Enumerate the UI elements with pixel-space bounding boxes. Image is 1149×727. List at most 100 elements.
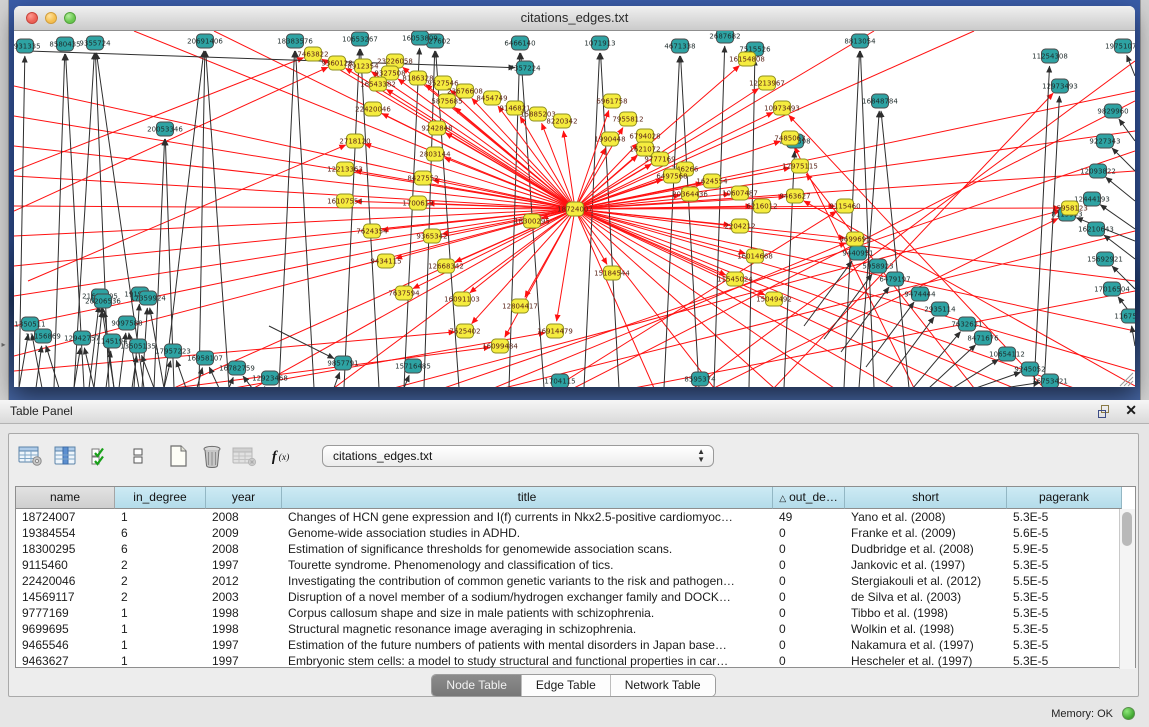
table-row[interactable]: 946554611997Estimation of the future num… [16,637,1135,653]
table-cell[interactable]: 9115460 [16,557,115,573]
float-panel-icon[interactable] [1097,404,1113,419]
table-cell[interactable]: 1997 [206,557,282,573]
table-cell[interactable]: 1 [115,605,206,621]
graph-node[interactable]: 12973493 [1042,79,1078,93]
table-cell[interactable]: Disruption of a novel member of a sodium… [282,589,773,605]
graph-node[interactable]: 16782759 [219,361,255,375]
graph-node[interactable]: 2935114 [924,302,956,316]
table-cell[interactable]: 0 [773,525,845,541]
table-cell[interactable]: Changes of HCN gene expression and I(f) … [282,509,773,525]
show-columns-icon[interactable] [51,443,78,470]
table-cell[interactable]: 2012 [206,573,282,589]
table-cell[interactable]: 5.5E-5 [1007,573,1122,589]
graph-node[interactable]: 2687682 [709,31,740,43]
table-cell[interactable]: Corpus callosum shape and size in male p… [282,605,773,621]
tab-edge-table[interactable]: Edge Table [522,675,611,696]
column-header-year[interactable]: year [206,487,282,509]
delete-table-icon[interactable] [198,443,225,470]
table-cell[interactable]: 49 [773,509,845,525]
table-cell[interactable]: 1997 [206,653,282,669]
graph-node[interactable]: 16914479 [537,324,573,338]
table-cell[interactable]: 1 [115,509,206,525]
table-row[interactable]: 1830029562008Estimation of significance … [16,541,1135,557]
column-header-title[interactable]: title [282,487,773,509]
graph-node[interactable]: 11254308 [1032,49,1068,63]
table-cell[interactable]: 0 [773,621,845,637]
table-cell[interactable]: 0 [773,637,845,653]
table-cell[interactable]: 22420046 [16,573,115,589]
table-settings-icon[interactable] [17,443,44,470]
table-cell[interactable]: Yano et al. (2008) [845,509,1007,525]
table-row[interactable]: 969969511998Structural magnetic resonanc… [16,621,1135,637]
graph-node[interactable]: 9829960 [1097,104,1128,118]
graph-node[interactable]: 12804417 [502,299,538,313]
row-height-icon[interactable] [124,443,151,470]
graph-node[interactable]: 16210643 [1078,222,1114,236]
table-cell[interactable]: 0 [773,589,845,605]
table-cell[interactable]: 1 [115,637,206,653]
collapse-left-pane-handle[interactable]: ▸ [0,338,7,352]
table-cell[interactable]: 5.3E-5 [1007,653,1122,669]
table-cell[interactable]: 2 [115,589,206,605]
graph-node[interactable]: 2204212 [724,219,755,233]
network-window-titlebar[interactable]: citations_edges.txt [14,6,1135,31]
graph-node[interactable]: 7625402 [449,324,480,338]
table-cell[interactable]: Stergiakouli et al. (2012) [845,573,1007,589]
graph-node[interactable]: 7955812 [612,112,643,126]
table-cell[interactable]: 5.3E-5 [1007,589,1122,605]
table-cell[interactable]: 1 [115,653,206,669]
table-row[interactable]: 1938455462009Genome-wide association stu… [16,525,1135,541]
graph-node[interactable]: 9227343 [1089,134,1120,148]
table-cell[interactable]: 9777169 [16,605,115,621]
table-cell[interactable]: 2009 [206,525,282,541]
table-cell[interactable]: Genome-wide association studies in ADHD. [282,525,773,541]
table-cell[interactable]: Estimation of the future numbers of pati… [282,637,773,653]
graph-node[interactable]: 22420046 [355,102,391,116]
graph-node[interactable]: 16848784 [862,94,898,108]
table-cell[interactable]: Tibbo et al. (1998) [845,605,1007,621]
graph-node[interactable]: 12213363 [327,162,363,176]
table-row[interactable]: 1456911722003Disruption of a novel membe… [16,589,1135,605]
table-cell[interactable]: 0 [773,541,845,557]
table-cell[interactable]: de Silva et al. (2003) [845,589,1007,605]
table-cell[interactable]: 2 [115,557,206,573]
table-cell[interactable]: 0 [773,573,845,589]
graph-node[interactable]: 15184544 [594,266,630,280]
table-cell[interactable]: 1 [115,621,206,637]
memory-status-indicator[interactable] [1122,707,1135,720]
table-cell[interactable]: 6 [115,525,206,541]
close-panel-icon[interactable]: ✕ [1125,402,1137,419]
graph-node[interactable]: 1704115 [544,374,575,387]
graph-node[interactable]: 15716485 [395,359,431,373]
scrollbar-thumb[interactable] [1122,512,1132,546]
graph-node[interactable]: 9115460 [829,199,860,213]
graph-node[interactable]: 16099484 [482,339,518,353]
graph-node[interactable]: 17016504 [1094,282,1130,296]
table-cell[interactable]: 2 [115,573,206,589]
table-cell[interactable]: 5.3E-5 [1007,605,1122,621]
network-canvas[interactable]: 9355724206914061838357610653267152760264… [14,31,1135,387]
graph-node[interactable]: 10973493 [764,101,800,115]
graph-node[interactable]: 6466140 [504,36,535,50]
graph-node[interactable]: 6794028 [629,129,660,143]
graph-node[interactable]: 19751074 [1105,39,1135,53]
table-cell[interactable]: 14569117 [16,589,115,605]
table-cell[interactable]: 0 [773,653,845,669]
table-cell[interactable]: 0 [773,557,845,573]
graph-node[interactable]: 18383576 [277,34,313,48]
graph-node[interactable]: 9355724 [79,36,111,50]
table-cell[interactable]: Tourette syndrome. Phenomenology and cla… [282,557,773,573]
table-cell[interactable]: Jankovic et al. (1997) [845,557,1007,573]
table-row[interactable]: 977716911998Corpus callosum shape and si… [16,605,1135,621]
table-cell[interactable]: 5.3E-5 [1007,621,1122,637]
table-cell[interactable]: Dudbridge et al. (2008) [845,541,1007,557]
table-cell[interactable]: 5.3E-5 [1007,637,1122,653]
column-header-name[interactable]: name [16,487,115,509]
graph-node[interactable]: 10653267 [342,32,378,46]
table-cell[interactable]: Franke et al. (2009) [845,525,1007,541]
graph-node[interactable]: 8580435 [49,37,80,51]
table-cell[interactable]: 5.6E-5 [1007,525,1122,541]
graph-node[interactable]: 9245052 [1014,362,1045,376]
table-cell[interactable]: 1998 [206,605,282,621]
table-cell[interactable]: Structural magnetic resonance image aver… [282,621,773,637]
